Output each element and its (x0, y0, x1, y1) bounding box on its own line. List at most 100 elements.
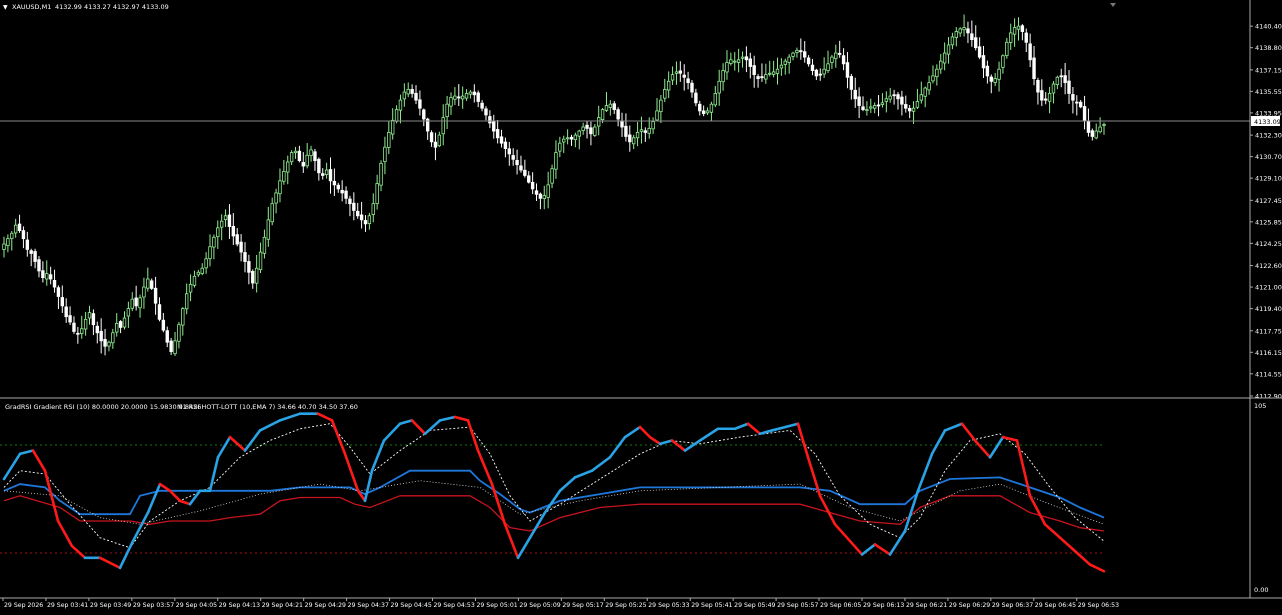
time-tick-label: 29 Sep 05:41 (691, 602, 732, 609)
indicator-scale-bottom: 0.00 (1254, 586, 1268, 594)
rsi-segment (770, 425, 787, 432)
indicator-subtitle: M1 RSI HOTT-LOTT (10,EMA 7) 34.66 40.70 … (177, 403, 358, 411)
rsi-segment (806, 455, 822, 498)
time-tick-label: 29 Sep 06:37 (992, 602, 1033, 609)
rsi-segment (638, 425, 652, 439)
time-tick-label: 29 Sep 06:21 (906, 602, 947, 609)
rsi-segment (158, 482, 172, 493)
rsi-segment (98, 556, 122, 570)
rsi-segment (316, 412, 334, 422)
rsi-segment (43, 469, 60, 523)
rsi-segment (18, 449, 35, 456)
price-tick-label: 4132.30 (1255, 132, 1282, 140)
rsi-segment (1015, 439, 1032, 498)
symbol-label: XAUUSD,M1 (12, 3, 51, 11)
time-tick-label: 29 Sep 05:25 (605, 602, 646, 609)
hott-line (3, 469, 1105, 519)
time-tick-label: 29 Sep 06:13 (863, 602, 904, 609)
rsi-segment (168, 489, 182, 503)
price-tick-label: 4137.15 (1255, 66, 1282, 74)
time-tick-label: 29 Sep 05:57 (777, 602, 818, 609)
indicator-title: GradRSI Gradient RSI (10) 80.0000 20.000… (5, 403, 201, 411)
current-price-tag-text: 4133.09 (1254, 118, 1281, 126)
time-tick-label: 29 Sep 04:45 (391, 602, 432, 609)
price-tick-label: 4138.80 (1255, 44, 1282, 52)
trading-chart[interactable]: ▼ XAUUSD,M1 4132.99 4133.27 4132.97 4133… (0, 0, 1282, 615)
price-tick-label: 4129.10 (1255, 175, 1282, 183)
rsi-segment (208, 455, 220, 493)
rsi-segment (733, 422, 750, 431)
rsi-segment (118, 539, 135, 570)
time-axis[interactable]: 29 Sep 2026 29 Sep 03:41 29 Sep 03:49 29 Se… (2, 598, 1119, 609)
time-tick-label: 29 Sep 04:13 (219, 602, 260, 609)
rsi-segment (860, 543, 877, 556)
rsi-segment (398, 419, 414, 426)
rsi-segment (683, 439, 702, 452)
price-tick-label: 4119.40 (1255, 305, 1282, 313)
price-tick-label: 4116.15 (1255, 349, 1282, 357)
indicator-panel[interactable]: GradRSI Gradient RSI (10) 80.0000 20.000… (0, 402, 1268, 594)
rsi-segment (558, 476, 577, 493)
time-tick-label: 29 Sep 05:49 (734, 602, 775, 609)
time-tick-label: 29 Sep 05:17 (562, 602, 603, 609)
rsi-segment (796, 422, 810, 459)
rsi-segment (216, 435, 232, 459)
rsi-segment (1001, 435, 1019, 442)
time-tick-label: 29 Sep 04:29 (305, 602, 346, 609)
rsi-segment (916, 452, 934, 493)
rsi-segment (131, 511, 150, 543)
price-tick-label: 4114.55 (1255, 370, 1282, 378)
rsi-segment (590, 455, 612, 472)
price-tick-label: 4140.40 (1255, 23, 1282, 31)
symbol-dropdown-icon[interactable]: ▼ (3, 4, 8, 11)
price-tick-label: 4130.70 (1255, 153, 1282, 161)
rsi-segment (476, 449, 494, 486)
time-tick-label: 29 Sep 05:01 (476, 602, 517, 609)
price-tick-label: 4117.75 (1255, 327, 1282, 335)
rsi-segment (31, 449, 47, 472)
rsi-segment (698, 427, 720, 442)
price-panel[interactable]: ▼ XAUUSD,M1 4132.99 4133.27 4132.97 4133… (0, 0, 1282, 397)
rsi-segment (438, 415, 457, 422)
rsi-segment (278, 412, 302, 422)
rsi-segment (490, 482, 507, 526)
ohlc-label: 4132.99 4133.27 4132.97 4133.09 (55, 3, 169, 11)
rsi-segment (382, 422, 402, 442)
rsi-segment (670, 439, 687, 452)
time-tick-label: 29 Sep 04:21 (262, 602, 303, 609)
rsi-segment (146, 482, 162, 514)
rsi-segment (1043, 523, 1062, 540)
rsi-segment (833, 523, 852, 543)
rsi-segment (960, 422, 977, 442)
rsi-segment (608, 435, 627, 459)
rsi-segment (1073, 549, 1092, 566)
rsi-segment (1028, 494, 1047, 526)
price-tick-label: 4121.00 (1255, 284, 1282, 292)
rsi-segment (973, 439, 992, 459)
time-tick-label: 29 Sep 05:33 (648, 602, 689, 609)
rsi-segment (370, 439, 386, 472)
rsi-segment (516, 536, 532, 560)
price-tick-label: 4125.85 (1255, 218, 1282, 226)
time-tick-label: 29 Sep 06:05 (820, 602, 861, 609)
time-tick-label: 29 Sep 04:37 (348, 602, 389, 609)
rsi-segment (746, 422, 762, 436)
rsi-segment (943, 422, 964, 432)
rsi-segment (573, 469, 594, 479)
price-tick-label: 4135.55 (1255, 88, 1282, 96)
rsi-segment (648, 435, 662, 446)
time-tick-label: 29 Sep 04:05 (176, 602, 217, 609)
rsi-segment (410, 419, 427, 436)
rsi-segment (623, 425, 642, 439)
rsi-segment (330, 419, 347, 456)
price-tick-label: 4112.90 (1255, 393, 1282, 401)
rsi-segment (930, 429, 947, 456)
rsi-segment (1058, 536, 1077, 553)
time-tick-label: 29 Sep 2026 (4, 602, 43, 609)
rsi-segment (70, 544, 87, 560)
time-tick-label: 29 Sep 03:41 (47, 602, 88, 609)
time-tick-label: 29 Sep 03:49 (90, 602, 131, 609)
rsi-segment (188, 489, 202, 506)
rsi-segment (848, 539, 864, 556)
price-panel-bg (0, 0, 1282, 397)
